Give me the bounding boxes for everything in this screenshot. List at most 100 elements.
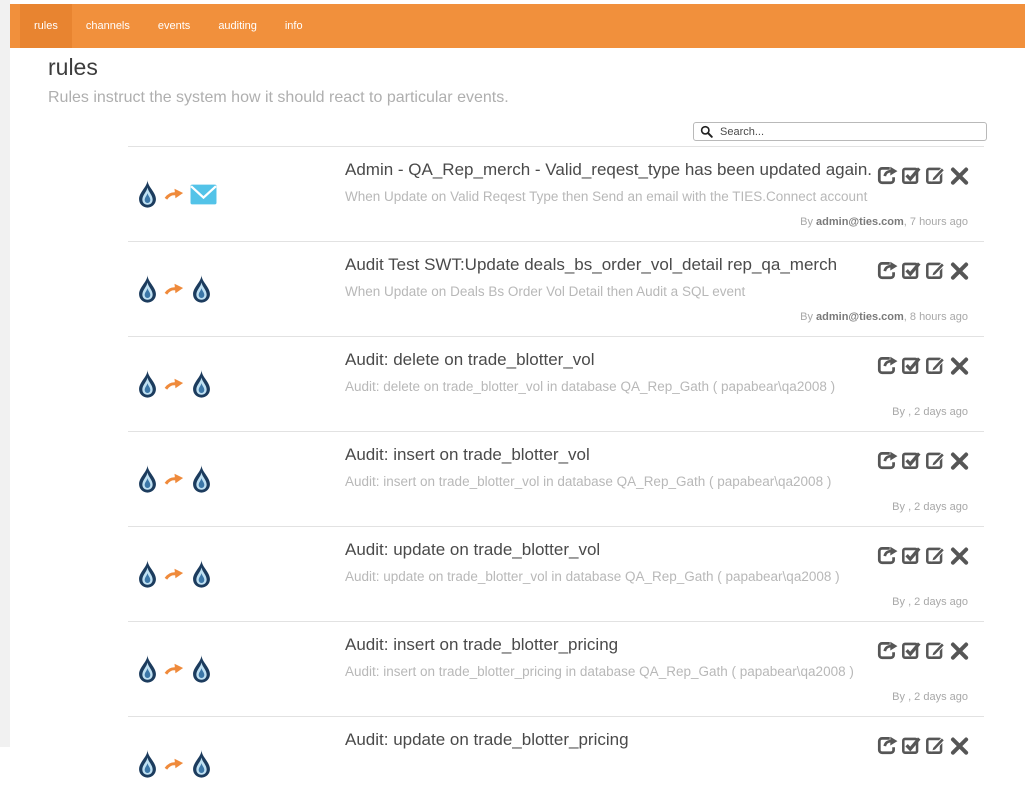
check-square-icon[interactable]	[900, 259, 922, 281]
nav-tab-auditing[interactable]: auditing	[204, 4, 271, 48]
rule-row: Audit: insert on trade_blotter_vol Audit…	[128, 431, 984, 526]
rule-description: Audit: update on trade_blotter_vol in da…	[345, 569, 840, 584]
arrow-right-icon	[164, 662, 185, 676]
rule-description: Audit: delete on trade_blotter_vol in da…	[345, 379, 835, 394]
rule-icon-group	[136, 749, 213, 779]
byline-time: , 2 days ago	[908, 691, 968, 703]
rule-title[interactable]: Audit: delete on trade_blotter_vol	[345, 350, 595, 370]
rule-actions	[876, 734, 970, 756]
rule-row: Audit: update on trade_blotter_vol Audit…	[128, 526, 984, 621]
page-title: rules	[48, 54, 98, 81]
rule-title[interactable]: Audit: insert on trade_blotter_vol	[345, 445, 590, 465]
top-navigation: rules channels events auditing info	[10, 4, 1025, 48]
arrow-right-icon	[164, 757, 185, 771]
pencil-square-icon[interactable]	[924, 449, 946, 471]
pencil-square-icon[interactable]	[924, 259, 946, 281]
rule-row: Admin - QA_Rep_merch - Valid_reqest_type…	[128, 146, 984, 241]
pencil-square-icon[interactable]	[924, 544, 946, 566]
share-arrow-icon[interactable]	[876, 734, 898, 756]
sql-drop-icon	[136, 179, 159, 209]
pencil-square-icon[interactable]	[924, 734, 946, 756]
arrow-right-icon	[164, 282, 185, 296]
rule-icon-group	[136, 559, 213, 589]
arrow-right-icon	[164, 377, 185, 391]
byline-prefix: By	[892, 691, 908, 703]
byline-prefix: By	[800, 311, 816, 323]
sql-drop-icon	[190, 369, 213, 399]
sql-drop-icon	[190, 559, 213, 589]
sql-drop-icon	[136, 749, 159, 779]
share-arrow-icon[interactable]	[876, 544, 898, 566]
rule-byline: By , 2 days ago	[892, 596, 968, 608]
x-cross-icon[interactable]	[948, 734, 970, 756]
sql-drop-icon	[190, 654, 213, 684]
rule-actions	[876, 544, 970, 566]
nav-tab-channels[interactable]: channels	[72, 4, 144, 48]
rule-actions	[876, 259, 970, 281]
search-box[interactable]	[693, 122, 987, 141]
rule-byline: By admin@ties.com, 7 hours ago	[800, 216, 968, 228]
rule-icon-group	[136, 654, 213, 684]
byline-prefix: By	[892, 501, 908, 513]
nav-tab-rules[interactable]: rules	[20, 4, 72, 48]
rule-description: When Update on Valid Reqest Type then Se…	[345, 189, 867, 204]
left-gutter	[0, 0, 10, 747]
rule-title[interactable]: Audit: insert on trade_blotter_pricing	[345, 635, 618, 655]
x-cross-icon[interactable]	[948, 164, 970, 186]
rule-actions	[876, 639, 970, 661]
rule-title[interactable]: Audit: update on trade_blotter_pricing	[345, 730, 629, 750]
nav-tab-info[interactable]: info	[271, 4, 317, 48]
rule-byline: By , 2 days ago	[892, 406, 968, 418]
rule-row: Audit: insert on trade_blotter_pricing A…	[128, 621, 984, 716]
arrow-right-icon	[164, 472, 185, 486]
rule-actions	[876, 164, 970, 186]
share-arrow-icon[interactable]	[876, 639, 898, 661]
check-square-icon[interactable]	[900, 449, 922, 471]
sql-drop-icon	[190, 274, 213, 304]
rule-icon-group	[136, 464, 213, 494]
email-icon	[190, 184, 217, 205]
pencil-square-icon[interactable]	[924, 354, 946, 376]
rule-actions	[876, 354, 970, 376]
arrow-right-icon	[164, 567, 185, 581]
rule-description: Audit: insert on trade_blotter_vol in da…	[345, 474, 831, 489]
rule-row: Audit: update on trade_blotter_pricing	[128, 716, 984, 811]
x-cross-icon[interactable]	[948, 544, 970, 566]
check-square-icon[interactable]	[900, 164, 922, 186]
share-arrow-icon[interactable]	[876, 449, 898, 471]
share-arrow-icon[interactable]	[876, 354, 898, 376]
rule-byline: By , 2 days ago	[892, 691, 968, 703]
check-square-icon[interactable]	[900, 354, 922, 376]
pencil-square-icon[interactable]	[924, 639, 946, 661]
x-cross-icon[interactable]	[948, 639, 970, 661]
sql-drop-icon	[136, 654, 159, 684]
check-square-icon[interactable]	[900, 639, 922, 661]
sql-drop-icon	[136, 369, 159, 399]
x-cross-icon[interactable]	[948, 259, 970, 281]
check-square-icon[interactable]	[900, 544, 922, 566]
byline-author: admin@ties.com	[816, 216, 904, 228]
arrow-right-icon	[164, 187, 185, 201]
check-square-icon[interactable]	[900, 734, 922, 756]
byline-time: , 2 days ago	[908, 406, 968, 418]
x-cross-icon[interactable]	[948, 354, 970, 376]
rule-title[interactable]: Audit: update on trade_blotter_vol	[345, 540, 600, 560]
rule-byline: By , 2 days ago	[892, 501, 968, 513]
search-icon	[700, 125, 713, 138]
rule-title[interactable]: Audit Test SWT:Update deals_bs_order_vol…	[345, 255, 837, 275]
pencil-square-icon[interactable]	[924, 164, 946, 186]
sql-drop-icon	[136, 464, 159, 494]
rule-description: When Update on Deals Bs Order Vol Detail…	[345, 284, 745, 299]
page-subtitle: Rules instruct the system how it should …	[48, 89, 509, 107]
search-input[interactable]	[718, 125, 980, 139]
rules-list: Admin - QA_Rep_merch - Valid_reqest_type…	[128, 146, 984, 811]
x-cross-icon[interactable]	[948, 449, 970, 471]
byline-prefix: By	[800, 216, 816, 228]
sql-drop-icon	[190, 464, 213, 494]
sql-drop-icon	[136, 559, 159, 589]
nav-tab-events[interactable]: events	[144, 4, 204, 48]
rule-title[interactable]: Admin - QA_Rep_merch - Valid_reqest_type…	[345, 160, 872, 180]
rule-row: Audit Test SWT:Update deals_bs_order_vol…	[128, 241, 984, 336]
share-arrow-icon[interactable]	[876, 164, 898, 186]
share-arrow-icon[interactable]	[876, 259, 898, 281]
